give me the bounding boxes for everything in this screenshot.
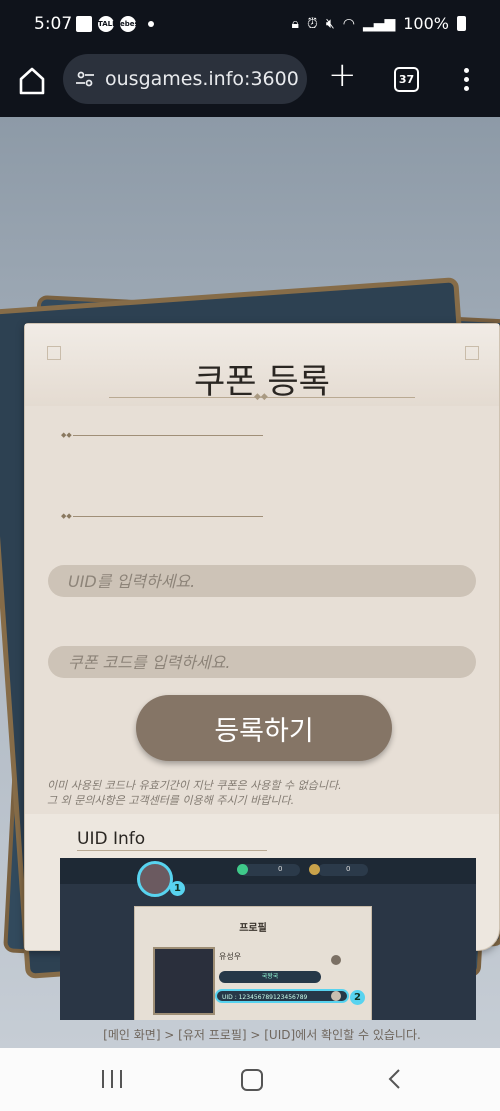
uid-info-divider bbox=[77, 850, 267, 851]
site-settings-icon[interactable] bbox=[75, 69, 95, 89]
system-icons: 🔒︎ ⏰︎ 🔇︎ ◠ ▂▄▆ 100% bbox=[292, 14, 466, 33]
notice-line-1: 이미 사용된 코드나 유효기간이 지난 쿠폰은 사용할 수 없습니다. bbox=[47, 779, 342, 792]
field-ornament: ◆◆ bbox=[61, 512, 72, 520]
uid-display: UID : 1234567891234567​89 bbox=[215, 989, 349, 1003]
coin-icon bbox=[309, 864, 320, 875]
notice-line-2: 그 외 문의사항은 고객센터를 이용해 주시기 바랍니다. bbox=[47, 794, 295, 807]
notice-text: 이미 사용된 코드나 유효기간이 지난 쿠폰은 사용할 수 없습니다. 그 외 … bbox=[47, 778, 342, 808]
register-button[interactable]: 등록하기 bbox=[136, 695, 392, 761]
browser-menu-icon[interactable] bbox=[464, 68, 470, 95]
field-divider bbox=[73, 516, 263, 517]
web-page: 쿠폰 등록 ◆◆ ◆◆ ◆◆ 등록하기 이미 사용된 코드나 유효기간이 지난 … bbox=[0, 117, 500, 1048]
edit-icon bbox=[331, 955, 341, 965]
profile-title: 프로필 bbox=[239, 923, 267, 934]
mute-icon: 🔇︎ bbox=[325, 15, 335, 32]
more-notifications-dot bbox=[148, 21, 154, 27]
profile-name: 유성우 bbox=[219, 952, 242, 961]
resource-value: 0 bbox=[346, 865, 351, 873]
profile-window: 프로필 유성우 국왕국 UID : 1234567891234567​89 bbox=[134, 906, 372, 1020]
uid-info-heading: UID Info bbox=[77, 829, 146, 849]
field-divider bbox=[73, 435, 263, 436]
wifi-icon: ◠ bbox=[342, 15, 355, 32]
coupon-code-input[interactable] bbox=[48, 646, 476, 678]
step-badge: 1 bbox=[170, 881, 185, 896]
resource-bar bbox=[240, 864, 300, 876]
alarm-icon: ⏰︎ bbox=[306, 15, 318, 32]
step-badge: 2 bbox=[350, 990, 365, 1005]
back-button[interactable] bbox=[384, 1067, 408, 1091]
coupon-card: 쿠폰 등록 ◆◆ ◆◆ ◆◆ 등록하기 이미 사용된 코드나 유효기간이 지난 … bbox=[24, 323, 500, 1042]
lock-icon: 🔒︎ bbox=[291, 15, 299, 32]
game-icon: ebes bbox=[120, 16, 139, 32]
home-button[interactable] bbox=[241, 1069, 263, 1091]
signal-icon: ▂▄▆ bbox=[362, 15, 396, 32]
divider-ornament: ◆◆ bbox=[254, 392, 268, 402]
image-icon bbox=[76, 16, 92, 32]
recents-button[interactable] bbox=[102, 1070, 122, 1088]
status-bar: 5:07 TALK ebes 🔒︎ ⏰︎ 🔇︎ ◠ ▂▄▆ 100% bbox=[0, 0, 500, 50]
uid-guide-image: 0 0 1 프로필 유성우 국왕국 UID : 1234567891234567… bbox=[60, 858, 476, 1020]
profile-portrait bbox=[153, 947, 215, 1015]
resource-bar bbox=[318, 864, 368, 876]
resource-value: 0 bbox=[278, 865, 283, 873]
uid-info-caption: [메인 화면] > [유저 프로필] > [UID]에서 확인할 수 있습니다. bbox=[103, 1028, 421, 1042]
profile-status: 국왕국 bbox=[219, 971, 321, 983]
url-text[interactable]: ousgames.info:3600 bbox=[105, 68, 299, 90]
battery-icon bbox=[457, 16, 466, 31]
copy-icon bbox=[331, 991, 341, 1001]
avatar bbox=[137, 861, 173, 897]
gem-icon bbox=[237, 864, 248, 875]
address-bar[interactable]: ousgames.info:3600 bbox=[63, 54, 307, 104]
field-ornament: ◆◆ bbox=[61, 431, 72, 439]
system-navigation-bar bbox=[0, 1048, 500, 1111]
tab-switcher-button[interactable]: 37 bbox=[394, 67, 419, 92]
uid-input[interactable] bbox=[48, 565, 476, 597]
battery-percent: 100% bbox=[403, 14, 449, 33]
talk-icon: TALK bbox=[98, 16, 118, 32]
home-icon[interactable] bbox=[18, 66, 46, 96]
new-tab-button[interactable]: + bbox=[328, 58, 357, 92]
browser-toolbar: ousgames.info:3600 + 37 bbox=[0, 50, 500, 117]
status-time: 5:07 bbox=[34, 14, 73, 34]
notification-icons: TALK ebes bbox=[76, 16, 154, 32]
